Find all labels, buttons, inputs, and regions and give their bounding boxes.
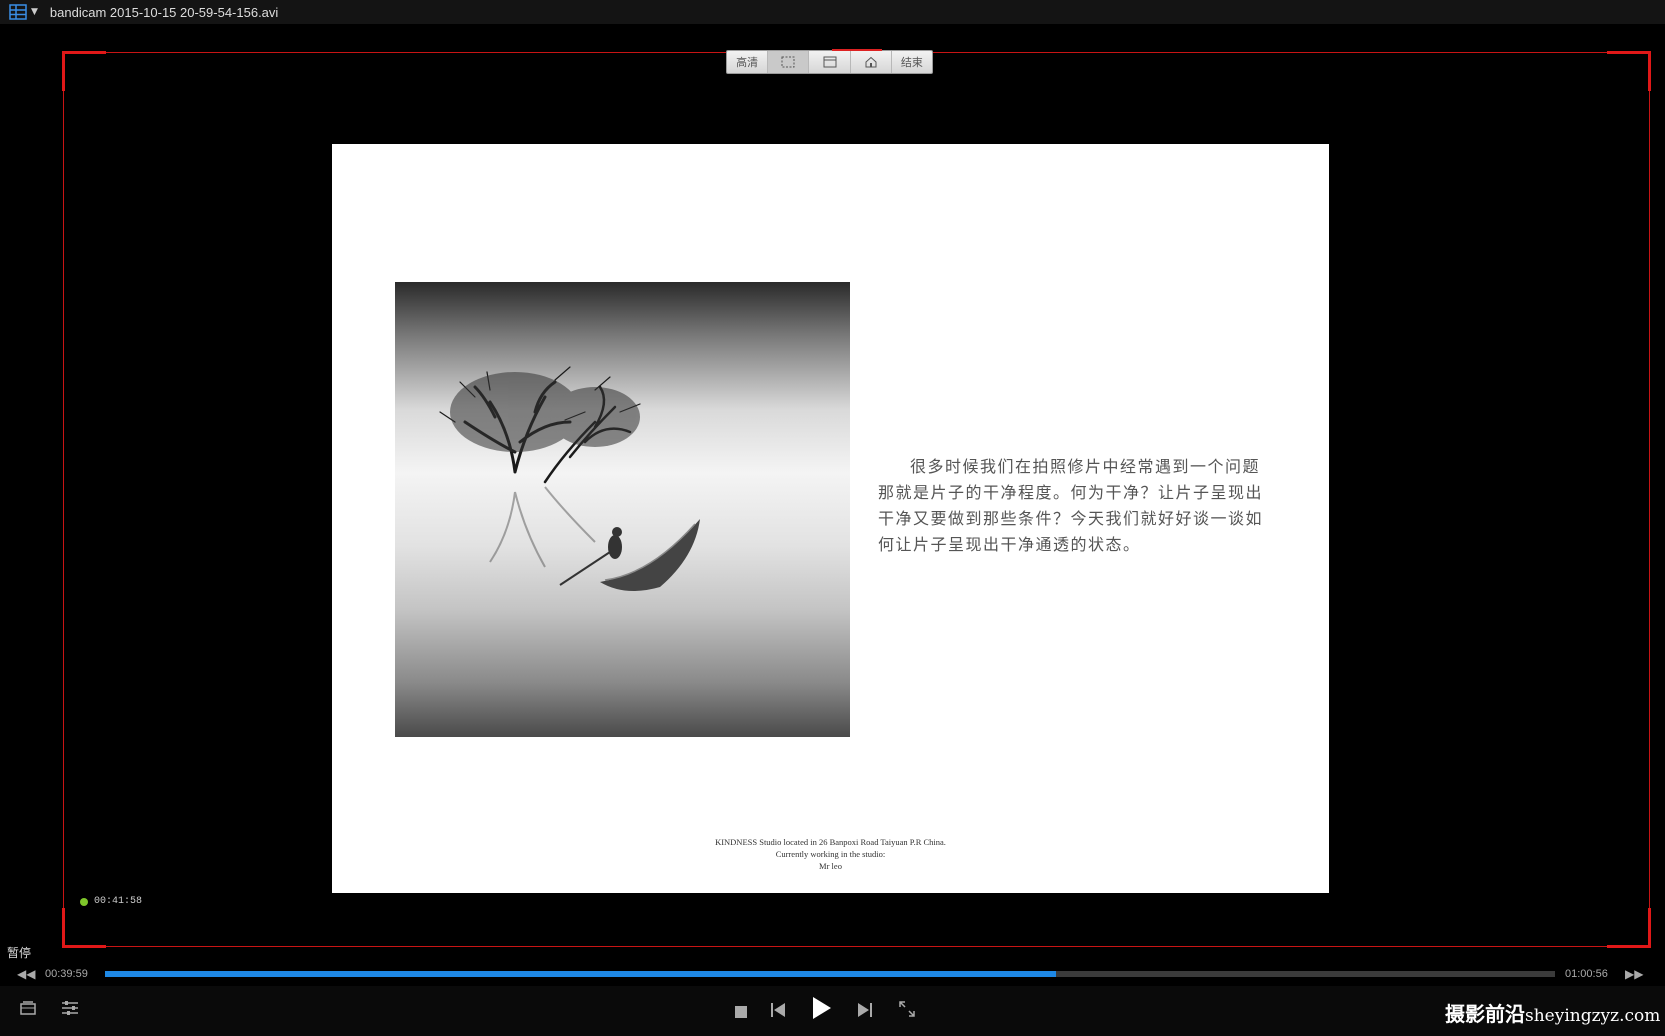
video-area[interactable]: 高清 结束 很多时候我们在拍照修片中经常遇到一个问题那就是片子的干净程度。何为干… <box>0 24 1665 948</box>
watermark-url: sheyingzyz.com <box>1525 1006 1661 1026</box>
home-icon <box>865 56 877 68</box>
dashed-rect-icon <box>781 56 795 68</box>
previous-icon[interactable] <box>771 1002 785 1021</box>
player-controls <box>0 986 1665 1036</box>
slide-paragraph: 很多时候我们在拍照修片中经常遇到一个问题那就是片子的干净程度。何为干净？让片子呈… <box>878 457 1264 554</box>
window-mode-button[interactable] <box>809 51 851 73</box>
capture-corner <box>62 51 106 91</box>
playlist-icon[interactable] <box>19 1000 37 1020</box>
duration: 01:00:56 <box>1565 968 1608 980</box>
slide-footer-line: KINDNESS Studio located in 26 Banpoxi Ro… <box>715 837 946 847</box>
hd-button[interactable]: 高清 <box>727 51 769 73</box>
seek-bar[interactable] <box>105 971 1555 977</box>
settings-icon[interactable] <box>61 1000 79 1020</box>
window-title: bandicam 2015-10-15 20-59-54-156.avi <box>49 4 279 20</box>
misty-boat-photo <box>395 282 850 737</box>
rewind-icon[interactable]: ◀◀ <box>17 967 35 981</box>
current-time: 00:39:59 <box>45 968 88 980</box>
toolbar-indicator <box>832 49 882 51</box>
window-icon <box>823 56 836 68</box>
play-icon[interactable] <box>813 997 831 1023</box>
fullscreen-icon[interactable] <box>899 1001 915 1021</box>
next-icon[interactable] <box>858 1002 872 1021</box>
region-select-button[interactable] <box>768 51 810 73</box>
watermark: 摄影前沿sheyingzyz.com <box>1445 998 1660 1027</box>
seek-bar-progress <box>105 971 1057 977</box>
slide-footer-line: Mr leo <box>819 861 842 871</box>
title-bar: ▼ bandicam 2015-10-15 20-59-54-156.avi <box>0 0 1665 24</box>
capture-toolbar: 高清 结束 <box>726 49 933 74</box>
recording-dot-icon <box>80 897 88 906</box>
recording-time: 00:41:58 <box>94 896 143 907</box>
timeline-bar: ◀◀ 00:39:59 01:00:56 ▶▶ <box>0 962 1665 986</box>
fast-forward-icon[interactable]: ▶▶ <box>1625 967 1643 981</box>
layout-grid-icon[interactable] <box>9 4 27 20</box>
end-button[interactable]: 结束 <box>892 51 932 73</box>
capture-corner <box>1607 51 1651 91</box>
home-button[interactable] <box>851 51 892 73</box>
slide-footer-line: Currently working in the studio: <box>775 849 886 859</box>
capture-corner <box>1607 908 1651 948</box>
stop-icon[interactable] <box>735 1003 747 1022</box>
watermark-cn: 摄影前沿 <box>1445 1002 1525 1026</box>
recording-indicator: 00:41:58 <box>80 896 142 907</box>
playback-status: 暂停 <box>7 946 32 960</box>
capture-corner <box>62 908 106 948</box>
presentation-slide: 很多时候我们在拍照修片中经常遇到一个问题那就是片子的干净程度。何为干净？让片子呈… <box>332 144 1329 893</box>
chevron-down-icon[interactable]: ▼ <box>31 7 38 17</box>
